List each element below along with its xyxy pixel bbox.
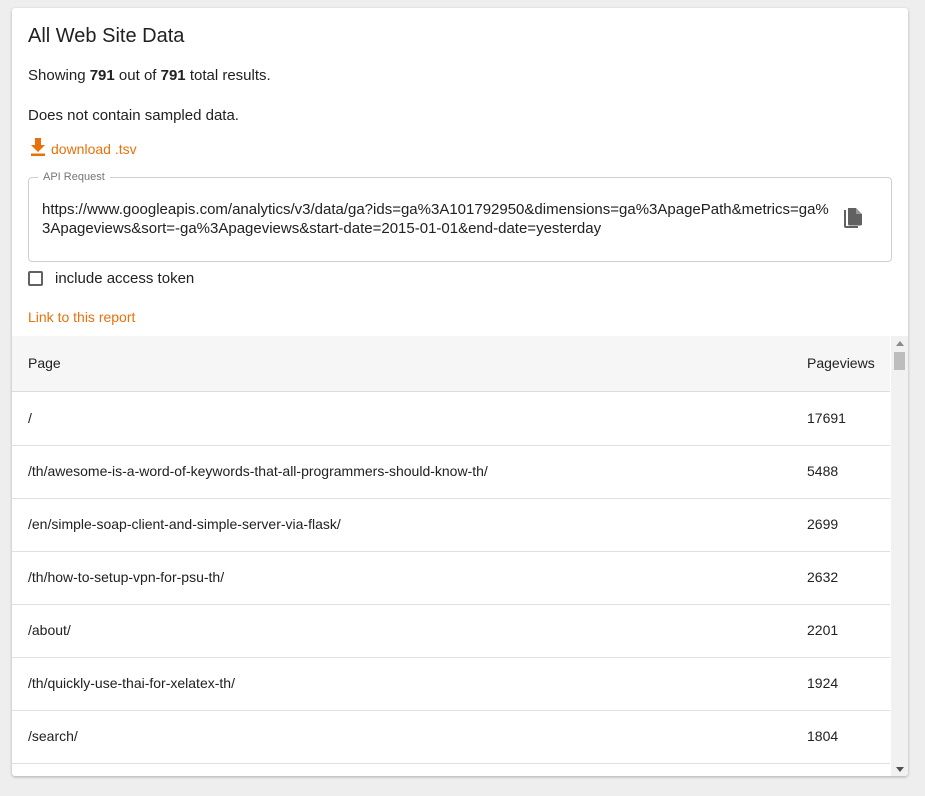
cell-pageviews: 17691: [807, 410, 846, 426]
cell-pageviews: 1804: [807, 728, 839, 744]
download-label: download .tsv: [51, 140, 137, 157]
scrollbar-thumb[interactable]: [894, 352, 905, 370]
report-card: All Web Site Data Showing 791 out of 791…: [12, 8, 908, 776]
table-header: Page Pageviews: [12, 336, 890, 392]
api-request-legend: API Request: [38, 171, 110, 184]
include-token-label: include access token: [55, 270, 195, 287]
cell-page: /search/: [28, 728, 78, 744]
table-row: [12, 764, 890, 776]
table-row: /th/how-to-setup-vpn-for-psu-th/ 2632: [12, 552, 890, 605]
summary-suffix: total results.: [189, 67, 271, 84]
cell-page: /en/simple-soap-client-and-simple-server…: [28, 516, 341, 532]
cell-page: /about/: [28, 622, 71, 638]
summary-prefix: Showing: [28, 67, 86, 84]
scroll-down-arrow-icon[interactable]: [891, 762, 908, 776]
include-token-checkbox[interactable]: [28, 271, 43, 286]
table-row: /en/simple-soap-client-and-simple-server…: [12, 499, 890, 552]
download-icon: [30, 138, 46, 159]
cell-page: /: [28, 410, 32, 426]
summary-middle: out of: [118, 67, 157, 84]
table-row: /th/awesome-is-a-word-of-keywords-that-a…: [12, 446, 890, 499]
cell-pageviews: 1924: [807, 675, 839, 691]
cell-pageviews: 5488: [807, 463, 839, 479]
scroll-up-arrow-icon[interactable]: [891, 336, 908, 350]
results-table: Page Pageviews / 17691 /th/awesome-is-a-…: [12, 336, 908, 776]
include-token-row[interactable]: include access token: [28, 270, 194, 287]
cell-pageviews: 2632: [807, 569, 839, 585]
shown-count: 791: [89, 67, 115, 84]
total-count: 791: [160, 67, 186, 84]
api-request-url[interactable]: https://www.googleapis.com/analytics/v3/…: [42, 200, 832, 238]
cell-pageviews: 2699: [807, 516, 839, 532]
table-row: /about/ 2201: [12, 605, 890, 658]
link-to-report[interactable]: Link to this report: [28, 309, 135, 325]
results-summary: Showing 791 out of 791 total results.: [28, 67, 271, 84]
sampled-note: Does not contain sampled data.: [28, 107, 239, 124]
copy-icon[interactable]: [841, 206, 865, 232]
table-row: /search/ 1804: [12, 711, 890, 764]
table-scrollbar[interactable]: [891, 336, 908, 776]
cell-pageviews: 2201: [807, 622, 839, 638]
cell-page: /th/quickly-use-thai-for-xelatex-th/: [28, 675, 235, 691]
table-row: /th/quickly-use-thai-for-xelatex-th/ 192…: [12, 658, 890, 711]
column-header-page[interactable]: Page: [28, 355, 61, 371]
cell-page: /th/how-to-setup-vpn-for-psu-th/: [28, 569, 225, 585]
report-title: All Web Site Data: [28, 25, 185, 47]
api-request-box: API Request https://www.googleapis.com/a…: [28, 171, 892, 262]
table-row: / 17691: [12, 393, 890, 446]
column-header-pageviews[interactable]: Pageviews: [807, 355, 875, 371]
download-tsv-link[interactable]: download .tsv: [30, 138, 137, 159]
table-body: / 17691 /th/awesome-is-a-word-of-keyword…: [12, 393, 890, 776]
cell-page: /th/awesome-is-a-word-of-keywords-that-a…: [28, 463, 488, 479]
